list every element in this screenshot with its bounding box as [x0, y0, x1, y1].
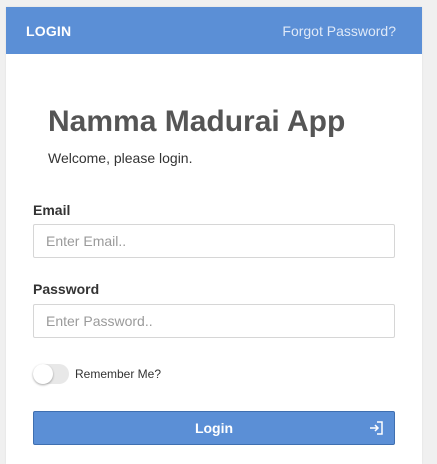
login-icon: [370, 421, 383, 435]
welcome-text: Welcome, please login.: [48, 150, 193, 166]
header-title: LOGIN: [26, 22, 72, 39]
remember-me-label: Remember Me?: [75, 367, 162, 381]
forgot-password-link[interactable]: Forgot Password?: [282, 23, 396, 39]
login-button[interactable]: Login: [33, 411, 395, 445]
login-card: LOGIN Forgot Password? Namma Madurai App…: [6, 7, 422, 464]
password-field[interactable]: [33, 304, 395, 338]
header-bar: LOGIN Forgot Password?: [6, 7, 422, 54]
remember-me-row: Remember Me?: [33, 364, 161, 384]
email-field[interactable]: [33, 224, 395, 258]
app-title: Namma Madurai App: [48, 105, 346, 138]
remember-me-toggle[interactable]: [33, 364, 69, 384]
password-label: Password: [33, 281, 100, 297]
login-button-label: Login: [194, 420, 234, 436]
email-label: Email: [33, 202, 71, 218]
toggle-knob: [33, 364, 53, 384]
